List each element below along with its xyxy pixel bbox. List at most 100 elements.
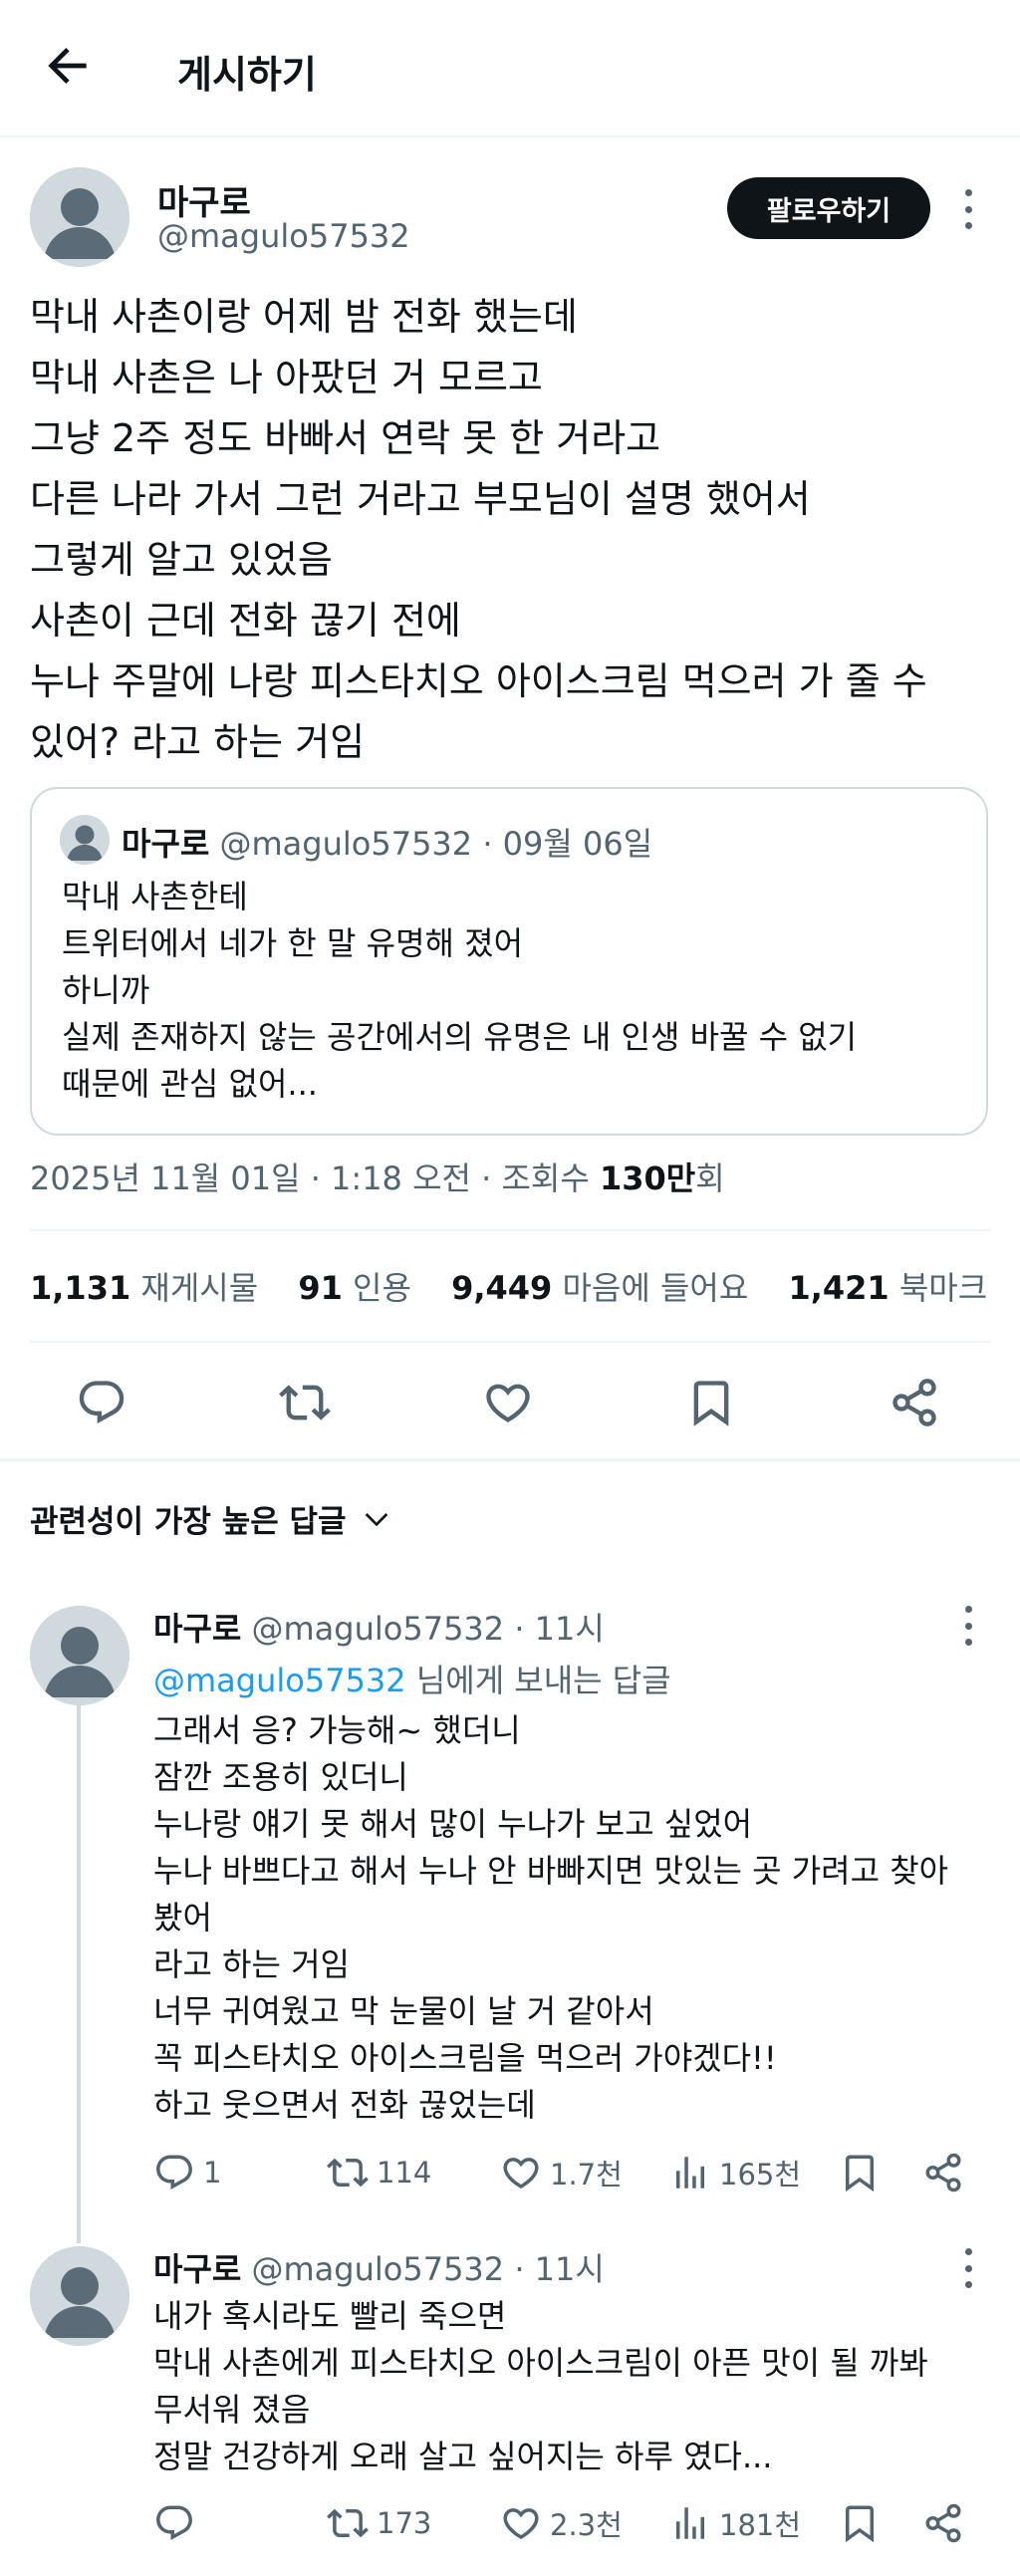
reply-icon [156,2505,192,2540]
default-avatar-icon [60,815,110,865]
reply-header: 마구로 @magulo57532 · 11시 [153,2244,605,2290]
author-handle[interactable]: @magulo57532 [157,217,410,255]
post-line: 있어? 라고 하는 거임 [30,720,366,764]
reply-sort-dropdown[interactable]: 관련성이 가장 높은 답글 [30,1496,392,1541]
share-button[interactable] [889,1377,940,1428]
post-text: 막내 사촌이랑 어제 밤 전화 했는데 막내 사촌은 나 아팠던 거 모르고 그… [30,287,996,773]
reply-mention-link[interactable]: @magulo57532 [153,1662,406,1699]
reply-author-name[interactable]: 마구로 [153,1610,241,1648]
bookmarks-count[interactable]: 1,421 [788,1269,889,1307]
avatar[interactable] [30,2246,129,2346]
default-avatar-icon [30,2246,129,2346]
divider [0,1458,1020,1461]
thread-line [77,1705,81,2243]
follow-button[interactable]: 팔로우하기 [727,177,930,239]
back-arrow-icon [48,48,87,84]
reply-line: 무서워 졌음 [153,2391,311,2429]
reply-like-button[interactable]: 1.7천 [500,2152,623,2193]
views-icon [676,2507,704,2539]
reply-repost-button[interactable]: 173 [327,2502,431,2544]
like-count: 2.3천 [550,2508,623,2542]
quote-line: 실제 존재하지 않는 공간에서의 유명은 내 인생 바꿀 수 없기 [62,1018,858,1056]
default-avatar-icon [30,167,129,267]
reply-line: 내가 혹시라도 빨리 죽으면 [153,2297,507,2335]
view-count: 130만 [599,1159,696,1197]
reply-line: 봤어 [153,1899,212,1936]
reply-line: 잠깐 조용히 있더니 [153,1758,408,1796]
likes-count[interactable]: 9,449 [451,1269,552,1307]
post-line: 막내 사촌은 나 아팠던 거 모르고 [30,356,543,399]
bookmarks-label[interactable]: 북마크 [899,1269,987,1307]
avatar [60,815,110,865]
reply-author-handle[interactable]: @magulo57532 · 11시 [252,2250,605,2288]
reply-line: 누나 바쁘다고 해서 누나 안 바빠지면 맛있는 곳 가려고 찾아 [153,1852,949,1890]
views-count: 165천 [719,2158,802,2191]
page-title: 게시하기 [177,53,317,97]
reply-views-button[interactable]: 181천 [669,2502,801,2544]
reply-share-button[interactable] [922,2152,964,2193]
reply-count: 1 [203,2156,222,2190]
like-icon [503,2508,539,2540]
reply-reply-button[interactable] [153,2502,203,2544]
repost-icon [327,2158,369,2188]
quote-line: 막내 사촌한테 [62,878,248,915]
reply-reply-button[interactable]: 1 [153,2152,221,2193]
reply-line: 누나랑 얘기 못 해서 많이 누나가 보고 싶었어 [153,1805,753,1843]
replying-to-label: 님에게 보내는 답글 [405,1662,671,1699]
reply-text: 그래서 응? 가능해~ 했더니 잠깐 조용히 있더니 누나랑 얘기 못 해서 많… [153,1707,948,2129]
reposts-count[interactable]: 1,131 [30,1269,130,1307]
view-count-suffix: 회 [695,1159,725,1197]
quote-line: 때문에 관심 없어... [62,1065,318,1103]
reply-bookmark-button[interactable] [839,2152,881,2193]
reply-line: 라고 하는 거임 [153,1945,350,1983]
quote-author-name: 마구로 [122,825,210,863]
share-icon [925,2503,961,2543]
reply-text: 내가 혹시라도 빨리 죽으면 막내 사촌에게 피스타치오 아이스크림이 아픈 맛… [153,2293,928,2480]
like-count: 1.7천 [550,2158,623,2191]
post-line: 사촌이 근데 전화 끊기 전에 [30,599,461,643]
repost-icon [327,2508,369,2538]
reply-sort-label: 관련성이 가장 높은 답글 [30,1504,347,1540]
reply-line: 정말 건강하게 오래 살고 싶어지는 하루 였다... [153,2438,773,2475]
quotes-label[interactable]: 인용 [353,1269,411,1307]
post-line: 누나 주말에 나랑 피스타치오 아이스크림 먹으러 가 줄 수 [30,659,927,703]
reply-icon [156,2155,192,2190]
reply-views-button[interactable]: 165천 [669,2152,801,2193]
avatar[interactable] [30,1606,129,1705]
reply-author-handle[interactable]: @magulo57532 · 11시 [252,1610,605,1648]
more-icon[interactable] [958,189,978,229]
reply-repost-button[interactable]: 114 [327,2152,431,2193]
like-icon [486,1384,530,1422]
more-icon[interactable] [958,2248,978,2288]
quote-text: 막내 사촌한테 트위터에서 네가 한 말 유명해 졌어 하니까 실제 존재하지 … [62,874,857,1108]
like-icon [503,2158,539,2190]
quote-line: 하니까 [62,971,150,1009]
divider [30,1341,990,1343]
reply-bookmark-button[interactable] [839,2502,881,2544]
reply-line: 그래서 응? 가능해~ 했더니 [153,1711,521,1749]
likes-label[interactable]: 마음에 들어요 [562,1269,748,1307]
reply-share-button[interactable] [922,2502,964,2544]
post-meta: 2025년 11월 01일 · 1:18 오전 · 조회수 130만회 [30,1154,725,1199]
quotes-count[interactable]: 91 [298,1269,343,1307]
quote-date: · 09월 06일 [482,825,653,863]
reply-line: 하고 웃으면서 전화 끊었는데 [153,2086,536,2124]
repost-count: 173 [377,2506,432,2540]
bookmark-button[interactable] [685,1377,737,1428]
reply-icon [79,1381,125,1424]
like-button[interactable] [482,1377,534,1428]
replying-to: @magulo57532 님에게 보내는 답글 [153,1656,671,1701]
quoted-post-card[interactable]: 마구로 @magulo57532 · 09월 06일 막내 사촌한테 트위터에서… [30,787,988,1136]
more-icon[interactable] [958,1606,978,1646]
reply-line: 너무 귀여웠고 막 눈물이 날 거 같아서 [153,1992,654,2030]
avatar[interactable] [30,167,129,267]
reply-button[interactable] [76,1377,128,1428]
post-line: 그렇게 알고 있었음 [30,538,333,582]
reply-author-name[interactable]: 마구로 [153,2250,241,2288]
reply-like-button[interactable]: 2.3천 [500,2502,623,2544]
bookmark-icon [693,1381,729,1426]
reposts-label[interactable]: 재게시물 [140,1269,258,1307]
repost-button[interactable] [279,1377,331,1428]
back-button[interactable] [40,38,96,94]
post-line: 막내 사촌이랑 어제 밤 전화 했는데 [30,295,578,339]
